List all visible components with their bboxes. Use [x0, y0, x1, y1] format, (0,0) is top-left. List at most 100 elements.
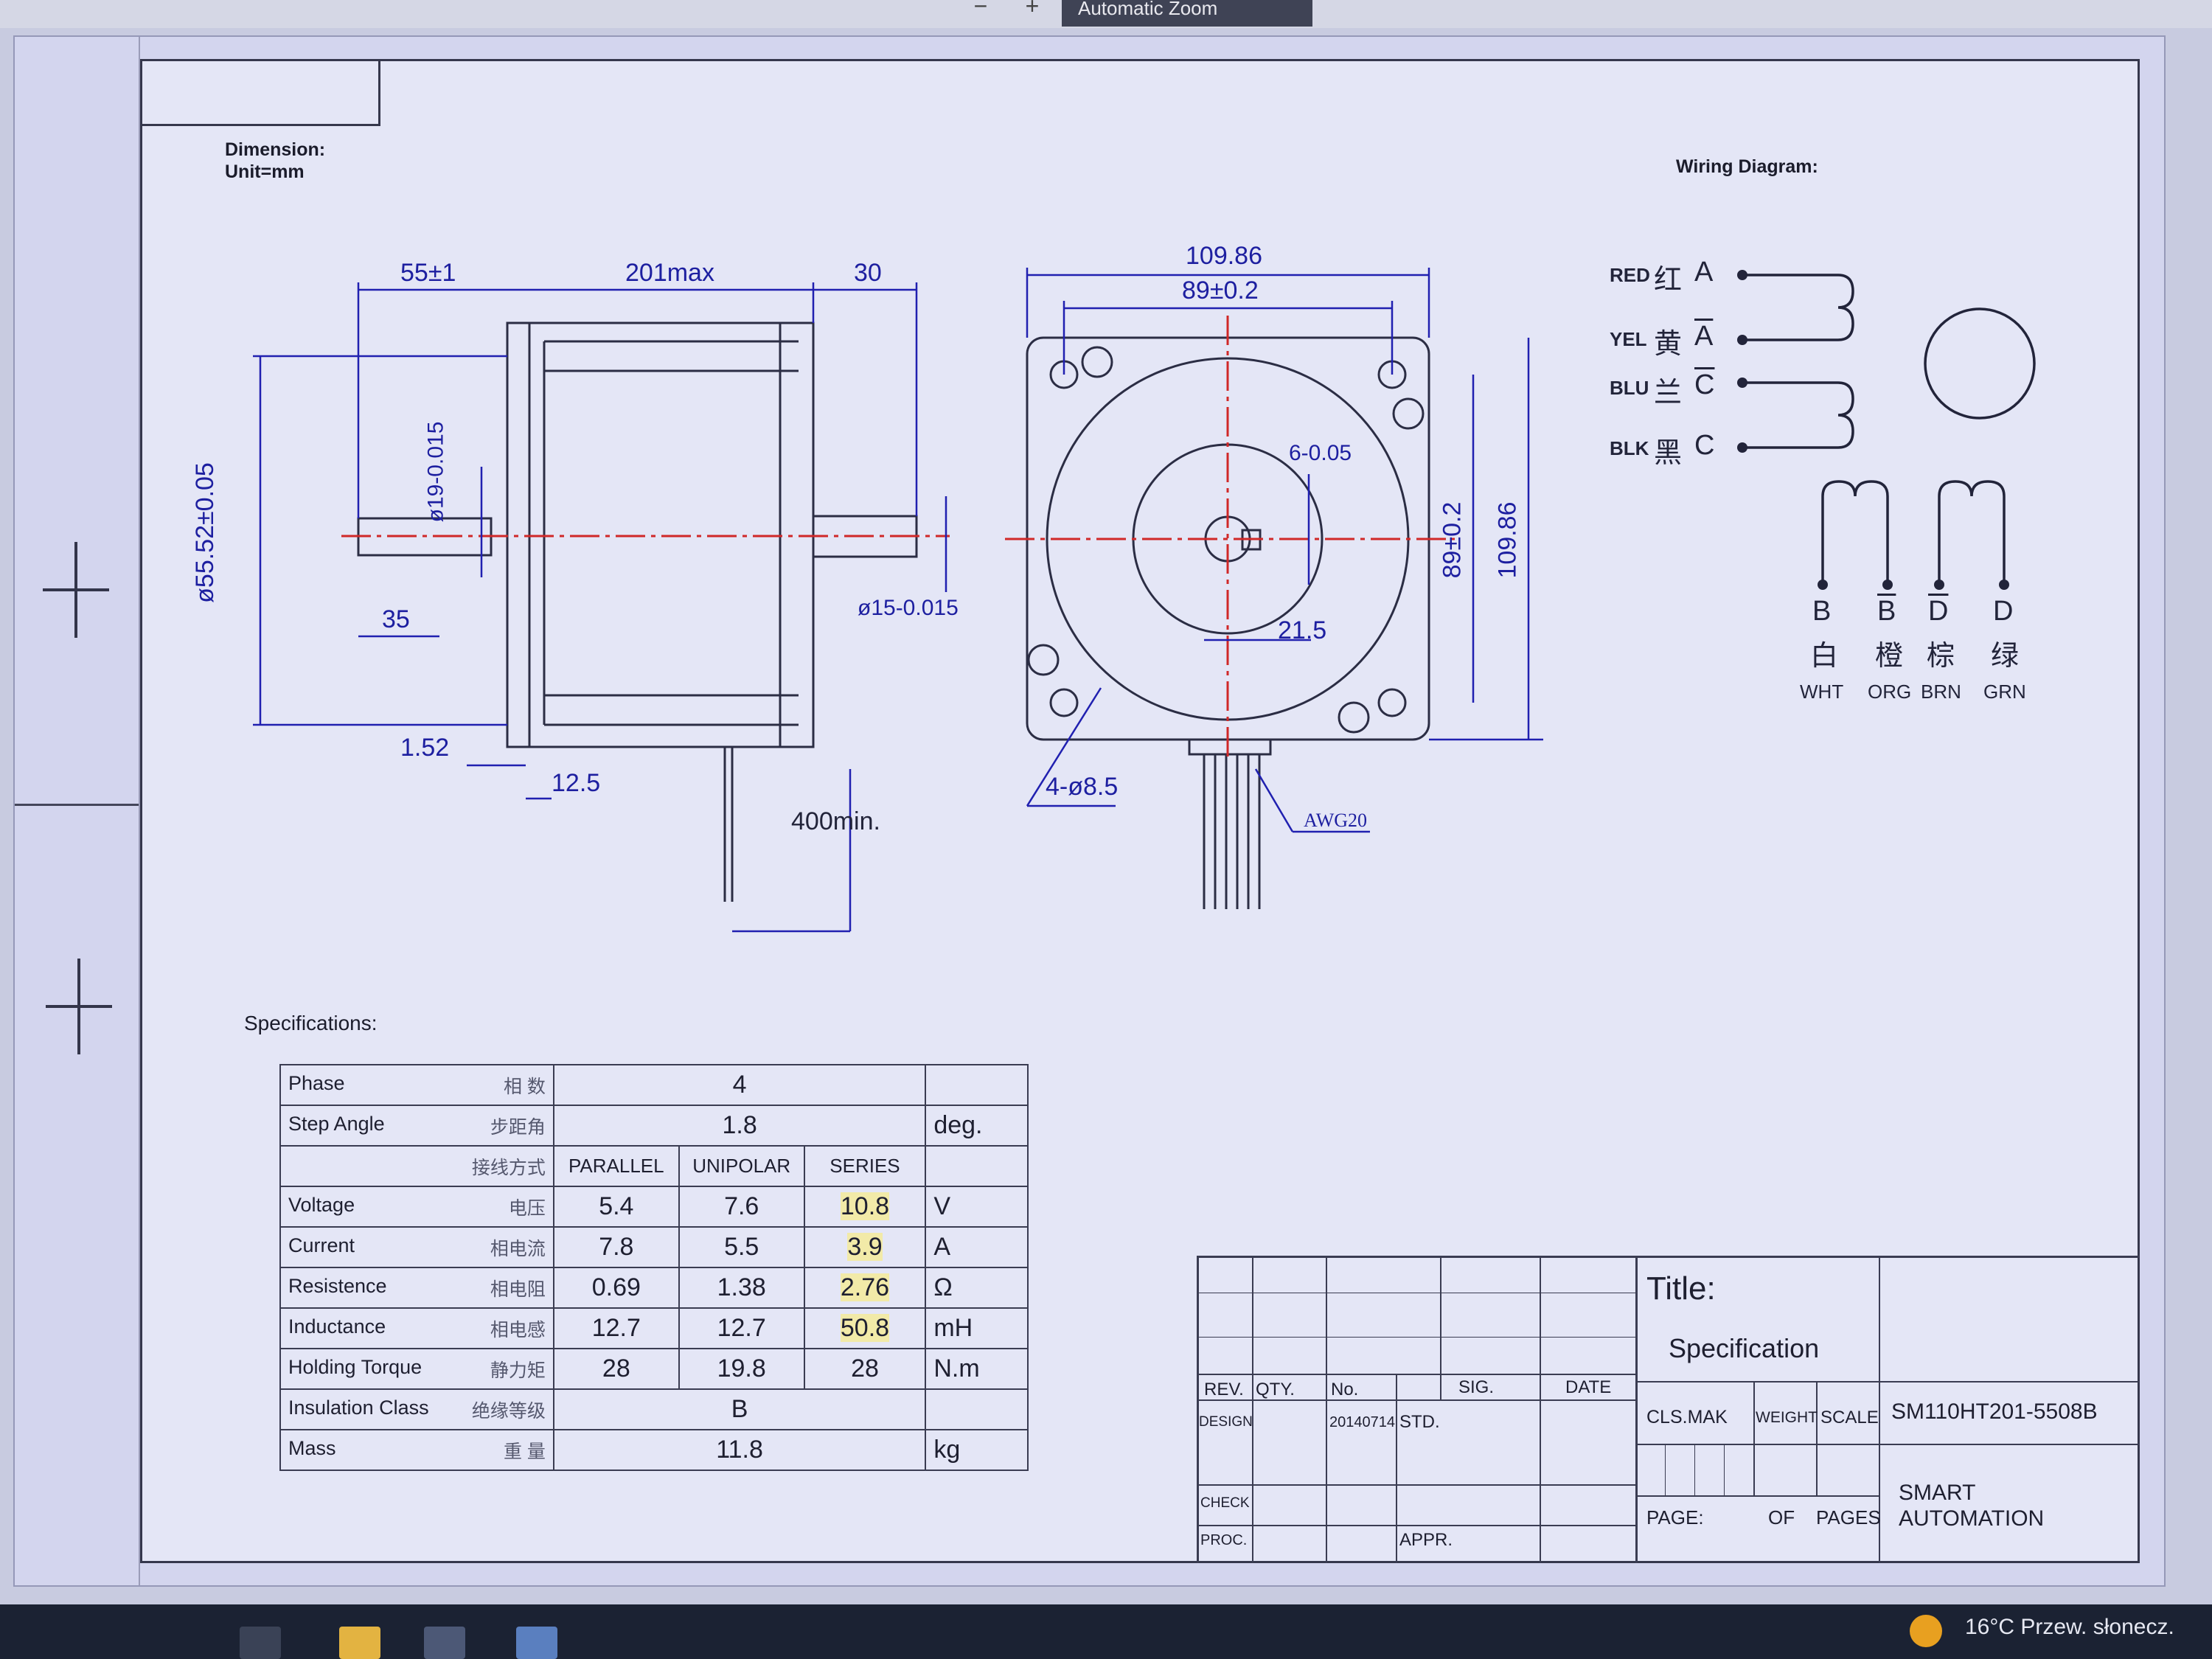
dim-12-5: 12.5	[552, 769, 601, 797]
cell-unipolar: 19.8	[678, 1348, 805, 1390]
row-label-cn: 步距角	[490, 1116, 546, 1138]
lead-cn: 橙	[1875, 641, 1904, 672]
tb-cls-mak: CLS.MAK	[1646, 1407, 1728, 1427]
dim-1-52: 1.52	[400, 734, 450, 762]
tb-pages: PAGES	[1816, 1506, 1881, 1528]
row-label-cn: 绝缘等级	[471, 1400, 546, 1422]
taskview-icon[interactable]	[240, 1627, 281, 1659]
row-unit: deg.	[925, 1105, 1029, 1147]
row-unit: mH	[925, 1307, 1029, 1349]
row-value: 4	[552, 1064, 927, 1106]
lead-cn: 红	[1654, 265, 1683, 296]
tb-design-date: 20140714	[1329, 1414, 1395, 1430]
table-row: Phase 相 数 4	[279, 1064, 1029, 1106]
tb-company-line1: SMART	[1899, 1481, 1976, 1505]
lead-cn: 黄	[1654, 329, 1683, 360]
row-label: Insulation Class	[288, 1396, 429, 1419]
tb-qty: QTY.	[1256, 1380, 1295, 1399]
cell-unipolar: 5.5	[678, 1226, 805, 1268]
tb-scale: SCALE	[1820, 1408, 1879, 1427]
lead-phase: C	[1694, 430, 1715, 461]
calculator-icon[interactable]	[516, 1627, 557, 1659]
cell-unipolar: 7.6	[678, 1186, 805, 1228]
row-label-cn: 相 数	[503, 1076, 546, 1097]
lead-en: BLU	[1610, 377, 1649, 399]
tb-proc: PROC.	[1200, 1532, 1248, 1548]
lead-phase: D	[1928, 596, 1949, 627]
table-row: Voltage 电压 5.4 7.6 10.8 V	[279, 1186, 1029, 1228]
row-label-cn: 相电阻	[490, 1279, 546, 1300]
dim-dia-15: ø15-0.015	[858, 596, 959, 620]
tb-date: DATE	[1565, 1377, 1612, 1397]
column-header: PARALLEL	[552, 1145, 680, 1187]
browser-icon[interactable]	[424, 1627, 465, 1659]
cell-series: 2.76	[840, 1273, 890, 1301]
table-row: Current 相电流 7.8 5.5 3.9 A	[279, 1226, 1029, 1268]
row-value: 1.8	[552, 1105, 927, 1147]
front-centerlines	[1005, 316, 1455, 762]
weather-icon[interactable]	[1910, 1615, 1942, 1647]
registration-mark	[43, 542, 109, 638]
cell-parallel: 28	[552, 1348, 680, 1390]
tb-design: DESIGN	[1199, 1414, 1253, 1430]
dim-mount-holes: 4-ø8.5	[1046, 773, 1119, 801]
lead-en: BLK	[1610, 437, 1649, 459]
row-label: Inductance	[288, 1315, 386, 1338]
dim-dia-19: ø19-0.015	[423, 421, 448, 523]
weather-text[interactable]: 16°C Przew. słonecz.	[1965, 1615, 2174, 1640]
cell-unipolar: 12.7	[678, 1307, 805, 1349]
row-value: 11.8	[552, 1429, 927, 1471]
registration-mark	[46, 959, 112, 1054]
tb-rev: REV.	[1204, 1380, 1244, 1399]
lead-phase: D	[1993, 596, 2014, 627]
rail-divider	[15, 804, 139, 806]
viewer-toolbar: − + Automatic Zoom	[0, 0, 2212, 28]
zoom-select[interactable]: Automatic Zoom	[1062, 0, 1312, 27]
row-label: Holding Torque	[288, 1355, 422, 1378]
specifications-table: Phase 相 数 4 Step Angle 步距角 1.8 deg. 接线方式 P…	[279, 1064, 1029, 1471]
row-unit: A	[925, 1226, 1029, 1268]
row-label-cn: 电压	[508, 1197, 546, 1219]
cell-series: 10.8	[840, 1192, 890, 1220]
lead-en: ORG	[1868, 681, 1912, 703]
tb-company-line2: AUTOMATION	[1899, 1506, 2045, 1531]
row-label-cn: 相电感	[490, 1319, 546, 1340]
row-unit: Ω	[925, 1267, 1029, 1309]
folder-icon[interactable]	[339, 1627, 380, 1659]
dim-30: 30	[854, 259, 882, 287]
table-row: Step Angle 步距角 1.8 deg.	[279, 1105, 1029, 1147]
drawing-sheet: Dimension: Unit=mm Wiring Diagram: Speci…	[140, 59, 2140, 1563]
row-label: Resistence	[288, 1274, 387, 1297]
lead-phase: A	[1694, 257, 1714, 288]
lead-cn: 兰	[1654, 378, 1683, 408]
row-unit	[925, 1388, 1029, 1430]
tb-check: CHECK	[1200, 1495, 1250, 1511]
tb-of: OF	[1768, 1506, 1795, 1528]
lead-en: WHT	[1800, 681, 1844, 703]
row-label-cn: 接线方式	[471, 1157, 546, 1178]
cell-series: 28	[803, 1348, 927, 1390]
row-label-cn: 静力矩	[490, 1360, 546, 1381]
zoom-out-button[interactable]: −	[966, 0, 995, 18]
row-label: Phase	[288, 1071, 345, 1094]
cell-parallel: 7.8	[552, 1226, 680, 1268]
zoom-in-button[interactable]: +	[1018, 0, 1047, 18]
lead-cn: 黑	[1654, 438, 1683, 469]
row-unit	[925, 1064, 1029, 1106]
wiring-terminals	[1737, 270, 2009, 590]
lead-en: GRN	[1983, 681, 2026, 703]
lead-en: YEL	[1610, 328, 1647, 350]
lead-en: RED	[1610, 264, 1650, 286]
dim-201max: 201max	[625, 259, 714, 287]
table-row: Mass 重 量 11.8 kg	[279, 1429, 1029, 1471]
lead-phase: A	[1694, 321, 1714, 352]
dim-400min: 400min.	[791, 807, 880, 835]
row-label-cn: 重 量	[503, 1441, 546, 1462]
wiring-coils	[1742, 274, 2036, 585]
cell-parallel: 12.7	[552, 1307, 680, 1349]
dim-height-89: 89±0.2	[1438, 501, 1467, 579]
table-row: Resistence 相电阻 0.69 1.38 2.76 Ω	[279, 1267, 1029, 1309]
table-row: Holding Torque 静力矩 28 19.8 28 N.m	[279, 1348, 1029, 1390]
row-unit: N.m	[925, 1348, 1029, 1390]
dim-21-5: 21.5	[1278, 616, 1327, 644]
